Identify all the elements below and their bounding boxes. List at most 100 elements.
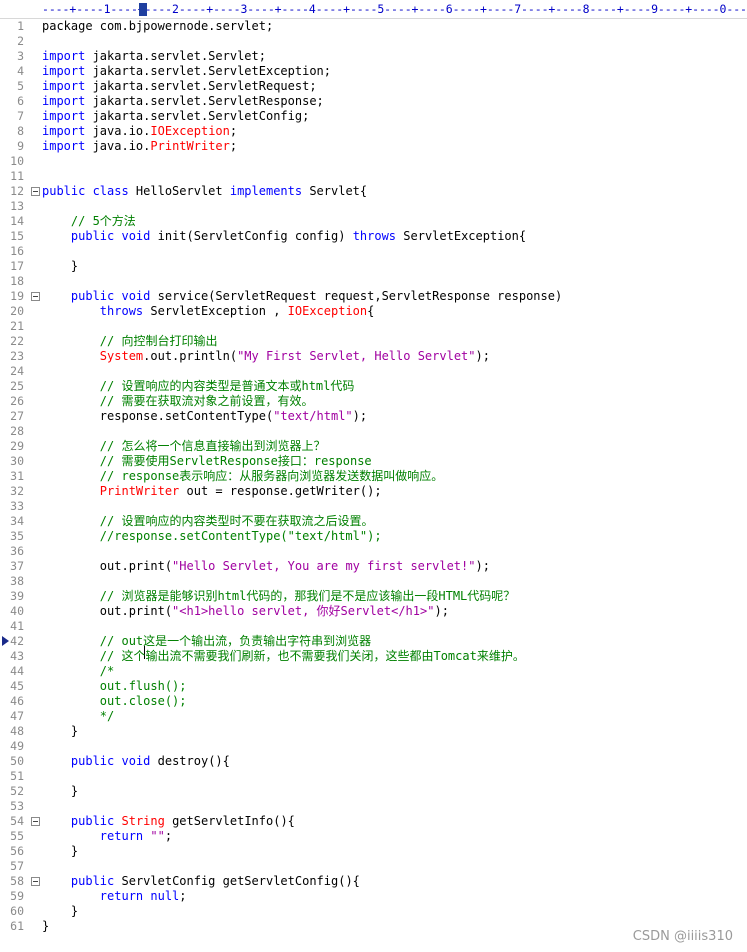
code-line[interactable]: 57 [0, 859, 747, 874]
code-line[interactable]: 17 } [0, 259, 747, 274]
code-line[interactable]: 50 public void destroy(){ [0, 754, 747, 769]
code-line[interactable]: 40 out.print("<h1>hello servlet, 你好Servl… [0, 604, 747, 619]
code-text: /* [42, 664, 114, 679]
code-line[interactable]: 20 throws ServletException , IOException… [0, 304, 747, 319]
code-editor[interactable]: 1 package com.bjpowernode.servlet; 2 3 impor… [0, 19, 747, 934]
code-line[interactable]: 1 package com.bjpowernode.servlet; [0, 19, 747, 34]
comment-token: // out [99, 634, 144, 648]
code-line[interactable]: 52 } [0, 784, 747, 799]
code-line[interactable]: 6 import jakarta.servlet.ServletResponse; [0, 94, 747, 109]
line-number: 46 [10, 694, 24, 708]
line-number: 3 [17, 49, 24, 63]
code-line[interactable]: 48 } [0, 724, 747, 739]
code-line[interactable]: 53 [0, 799, 747, 814]
code-line[interactable]: 51 [0, 769, 747, 784]
code-line[interactable]: 19 public void service(ServletRequest re… [0, 289, 747, 304]
code-line[interactable]: 4 import jakarta.servlet.ServletException… [0, 64, 747, 79]
code-line[interactable]: 24 [0, 364, 747, 379]
code-line[interactable]: 30 // 需要使用ServletResponse接口：response [0, 454, 747, 469]
code-line[interactable]: 47 */ [0, 709, 747, 724]
code-line[interactable]: 25 // 设置响应的内容类型是普通文本或html代码 [0, 379, 747, 394]
code-token: init(ServletConfig config) [150, 229, 353, 243]
code-line[interactable]: 39 // 浏览器是能够识别html代码的，那我们是不是应该输出一段HTML代码… [0, 589, 747, 604]
code-token: out.print( [42, 604, 173, 618]
code-line[interactable]: 2 [0, 34, 747, 49]
code-line[interactable]: 41 [0, 619, 747, 634]
code-text: out.print("Hello Servlet, You are my fir… [42, 559, 490, 574]
code-line[interactable]: 56 } [0, 844, 747, 859]
code-line[interactable]: 59 return null; [0, 889, 747, 904]
code-text: out.flush(); [42, 679, 187, 694]
code-line[interactable]: 27 response.setContentType("text/html"); [0, 409, 747, 424]
code-line[interactable]: 45 out.flush(); [0, 679, 747, 694]
code-text: // 这个输出流不需要我们刷新，也不需要我们关闭，这些都由Tomcat来维护。 [42, 649, 525, 664]
line-number: 59 [10, 889, 24, 903]
code-line[interactable]: 13 [0, 199, 747, 214]
code-line[interactable]: 29 // 怎么将一个信息直接输出到浏览器上？ [0, 439, 747, 454]
code-line[interactable]: 38 [0, 574, 747, 589]
code-line[interactable]: 5 import jakarta.servlet.ServletRequest; [0, 79, 747, 94]
code-line[interactable]: 42 // out 这是一个输出流，负责输出字符串到浏览器 [0, 634, 747, 659]
code-line[interactable]: 46 out.close(); [0, 694, 747, 709]
line-number: 30 [10, 454, 24, 468]
code-line[interactable]: 32 PrintWriter out = response.getWriter(… [0, 484, 747, 499]
code-token: java.io. [85, 139, 151, 153]
code-text: out.close(); [42, 694, 187, 709]
code-line[interactable]: 21 [0, 319, 747, 334]
code-line[interactable]: 7 import jakarta.servlet.ServletConfig; [0, 109, 747, 124]
code-line[interactable]: 18 [0, 274, 747, 289]
code-line[interactable]: 22 // 向控制台打印输出 [0, 334, 747, 349]
code-line[interactable]: 36 [0, 544, 747, 559]
code-line[interactable]: 60 } [0, 904, 747, 919]
code-line[interactable]: 55 return ""; [0, 829, 747, 844]
line-number: 33 [10, 499, 24, 513]
code-line[interactable]: 58 public ServletConfig getServletConfig… [0, 874, 747, 889]
code-line[interactable]: 14 // 5个方法 [0, 214, 747, 229]
keyword-token: import [42, 94, 86, 108]
line-number: 21 [10, 319, 24, 333]
code-line[interactable]: 35 //response.setContentType("text/html"… [0, 529, 747, 544]
line-number: 51 [10, 769, 24, 783]
code-line[interactable]: 3 import jakarta.servlet.Servlet; [0, 49, 747, 64]
fold-collapse-icon[interactable] [31, 187, 40, 196]
bookmark-arrow-icon[interactable] [2, 636, 9, 646]
code-line[interactable]: 9 import java.io.PrintWriter; [0, 139, 747, 154]
code-line[interactable]: 23 System.out.println("My First Servlet,… [0, 349, 747, 364]
code-line[interactable]: 11 [0, 169, 747, 184]
fold-collapse-icon[interactable] [31, 877, 40, 886]
code-line[interactable]: 34 // 设置响应的内容类型时不要在获取流之后设置。 [0, 514, 747, 529]
code-text: out.print("<h1>hello servlet, 你好Servlet<… [42, 604, 449, 619]
keyword-token: public [70, 874, 115, 888]
code-line[interactable]: 44 /* [0, 664, 747, 679]
code-line[interactable]: 43 // 这个输出流不需要我们刷新，也不需要我们关闭，这些都由Tomcat来维… [0, 649, 747, 664]
code-text: // 需要使用ServletResponse接口：response [42, 454, 372, 469]
code-line[interactable]: 12 public class HelloServlet implements S… [0, 184, 747, 199]
line-number: 1 [17, 19, 24, 33]
code-line[interactable]: 49 [0, 739, 747, 754]
keyword-token: throws [352, 229, 397, 243]
fold-collapse-icon[interactable] [31, 292, 40, 301]
code-line[interactable]: 33 [0, 499, 747, 514]
line-number: 12 [10, 184, 24, 198]
code-line[interactable]: 28 [0, 424, 747, 439]
code-line[interactable]: 26 // 需要在获取流对象之前设置，有效。 [0, 394, 747, 409]
code-line[interactable]: 37 out.print("Hello Servlet, You are my … [0, 559, 747, 574]
code-line[interactable]: 15 public void init(ServletConfig config… [0, 229, 747, 244]
fold-collapse-icon[interactable] [31, 817, 40, 826]
code-line[interactable]: 10 [0, 154, 747, 169]
line-number: 5 [17, 79, 24, 93]
code-line[interactable]: 8 import java.io.IOException; [0, 124, 747, 139]
comment-token: // response表示响应：从服务器向浏览器发送数据叫做响应。 [99, 469, 444, 483]
code-line[interactable]: 54 public String getServletInfo(){ [0, 814, 747, 829]
code-line[interactable]: 31 // response表示响应：从服务器向浏览器发送数据叫做响应。 [0, 469, 747, 484]
code-line[interactable]: 16 [0, 244, 747, 259]
